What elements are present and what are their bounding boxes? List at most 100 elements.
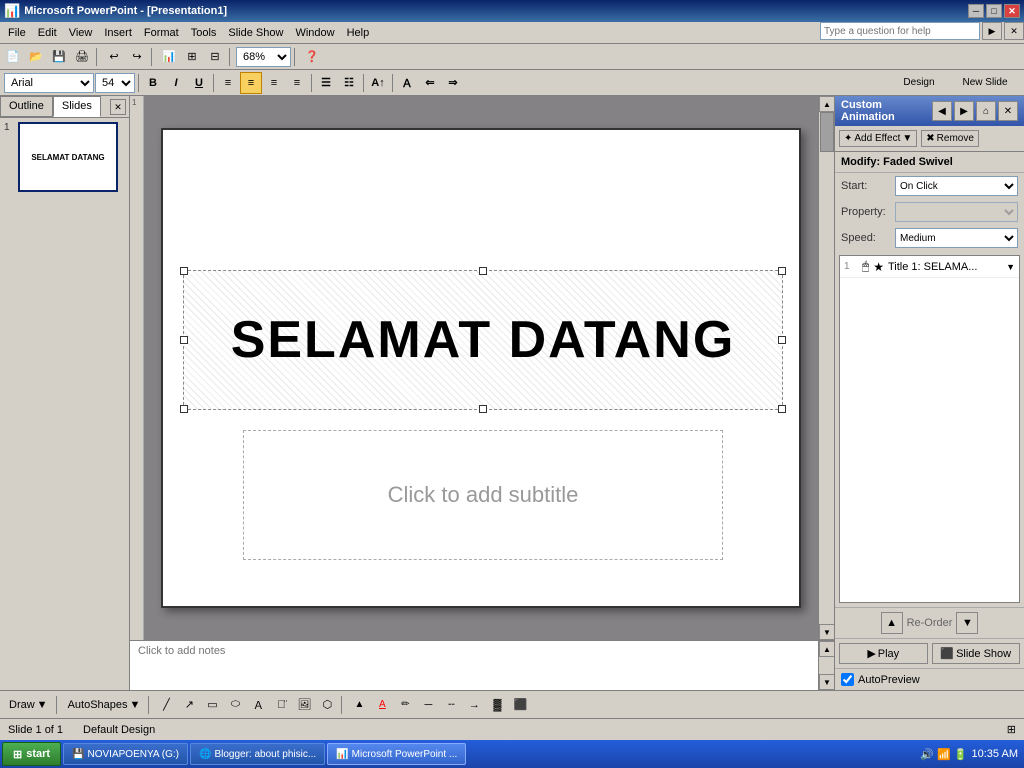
undo-button[interactable]: ↩ <box>103 46 125 68</box>
property-select[interactable] <box>895 202 1018 222</box>
question-close-button[interactable]: ✕ <box>1004 22 1024 40</box>
fill-color-button[interactable]: ▲ <box>348 694 370 716</box>
new-slide-button[interactable]: New Slide <box>950 72 1020 94</box>
handle-bm[interactable] <box>479 405 487 413</box>
play-button[interactable]: ▶ Play <box>839 643 928 664</box>
menu-edit[interactable]: Edit <box>32 25 63 41</box>
handle-tr[interactable] <box>778 267 786 275</box>
notes-scroll-up[interactable]: ▲ <box>819 641 835 657</box>
anim-list-item-1[interactable]: 1 🖱 ★ Title 1: SELAMA... ▼ <box>840 256 1019 278</box>
maximize-button[interactable]: □ <box>986 4 1002 18</box>
handle-ml[interactable] <box>180 336 188 344</box>
arrow-tool[interactable]: ↗ <box>178 694 200 716</box>
align-right-button[interactable]: ≡ <box>263 72 285 94</box>
start-button[interactable]: ⊞ start <box>2 742 61 766</box>
new-button[interactable]: 📄 <box>2 46 24 68</box>
shadow-style-button[interactable]: ▓ <box>486 694 508 716</box>
align-center-button[interactable]: ≡ <box>240 72 262 94</box>
menu-help[interactable]: Help <box>341 25 376 41</box>
print-button[interactable]: 🖨 <box>71 46 93 68</box>
question-input[interactable] <box>820 22 980 40</box>
grid-button[interactable]: ⊟ <box>204 46 226 68</box>
menu-tools[interactable]: Tools <box>185 25 223 41</box>
design-button[interactable]: Design <box>889 72 949 94</box>
notes-scroll-down[interactable]: ▼ <box>819 674 835 690</box>
handle-tl[interactable] <box>180 267 188 275</box>
auto-preview-checkbox[interactable] <box>841 673 854 686</box>
oval-tool[interactable]: ⬭ <box>224 694 246 716</box>
menu-window[interactable]: Window <box>289 25 340 41</box>
slide-thumbnail-1[interactable]: 1 SELAMAT DATANG <box>4 122 125 192</box>
underline-button[interactable]: U <box>188 72 210 94</box>
panel-close-button[interactable]: ✕ <box>110 99 126 115</box>
menu-insert[interactable]: Insert <box>98 25 138 41</box>
add-effect-button[interactable]: ✦ Add Effect ▼ <box>839 130 917 147</box>
chart-button[interactable]: 📊 <box>158 46 180 68</box>
justify-button[interactable]: ≡ <box>286 72 308 94</box>
line-color-button[interactable]: ✏ <box>394 694 416 716</box>
speed-select[interactable]: Medium Slow Fast Very Fast <box>895 228 1018 248</box>
dash-style-button[interactable]: ╌ <box>440 694 462 716</box>
open-button[interactable]: 📂 <box>25 46 47 68</box>
font-color-button[interactable]: A <box>371 694 393 716</box>
taskbar-item-powerpoint[interactable]: 📊 Microsoft PowerPoint ... <box>327 743 466 765</box>
text-tool[interactable]: Ａ <box>247 694 269 716</box>
font-size-increase[interactable]: A↑ <box>367 72 389 94</box>
line-tool[interactable]: ╱ <box>155 694 177 716</box>
anim-close-button[interactable]: ✕ <box>998 101 1018 121</box>
question-go-button[interactable]: ▶ <box>982 22 1002 40</box>
handle-tm[interactable] <box>479 267 487 275</box>
anim-forward-button[interactable]: ▶ <box>954 101 974 121</box>
taskbar-item-blogger[interactable]: 🌐 Blogger: about phisic... <box>190 743 325 765</box>
close-button[interactable]: ✕ <box>1004 4 1020 18</box>
draw-menu-button[interactable]: Draw ▼ <box>4 694 53 716</box>
italic-button[interactable]: I <box>165 72 187 94</box>
notes-textarea[interactable] <box>130 641 818 690</box>
font-select[interactable]: Arial Times New Roman <box>4 73 94 93</box>
zoom-select[interactable]: 68% 50% 75% 100% <box>236 47 291 67</box>
line-style-button[interactable]: ─ <box>417 694 439 716</box>
menu-slideshow[interactable]: Slide Show <box>222 25 289 41</box>
indent-increase-button[interactable]: ⇒ <box>442 72 464 94</box>
scroll-thumb-v[interactable] <box>820 112 834 152</box>
minimize-button[interactable]: ─ <box>968 4 984 18</box>
tab-outline[interactable]: Outline <box>0 96 53 117</box>
save-button[interactable]: 💾 <box>48 46 70 68</box>
wordart-tool[interactable]: Ａ̈ <box>270 694 292 716</box>
anim-home-button[interactable]: ⌂ <box>976 101 996 121</box>
autoshapes-button[interactable]: AutoShapes ▼ <box>63 694 146 716</box>
slide-show-button[interactable]: ⬛ Slide Show <box>932 643 1021 664</box>
table-button[interactable]: ⊞ <box>181 46 203 68</box>
remove-button[interactable]: ✖ Remove <box>921 130 979 147</box>
help-button[interactable]: ❓ <box>301 46 323 68</box>
scroll-up-button[interactable]: ▲ <box>819 96 835 112</box>
handle-bl[interactable] <box>180 405 188 413</box>
tab-slides[interactable]: Slides <box>53 96 101 117</box>
handle-br[interactable] <box>778 405 786 413</box>
reorder-down-button[interactable]: ▼ <box>956 612 978 634</box>
menu-file[interactable]: File <box>2 25 32 41</box>
subtitle-placeholder[interactable]: Click to add subtitle <box>243 430 723 560</box>
anim-item-dropdown[interactable]: ▼ <box>1006 262 1015 272</box>
start-select[interactable]: On Click With Previous After Previous <box>895 176 1018 196</box>
indent-decrease-button[interactable]: ⇐ <box>419 72 441 94</box>
numbering-button[interactable]: ☷ <box>338 72 360 94</box>
handle-mr[interactable] <box>778 336 786 344</box>
3d-style-button[interactable]: ⬛ <box>509 694 531 716</box>
rect-tool[interactable]: ▭ <box>201 694 223 716</box>
reorder-up-button[interactable]: ▲ <box>881 612 903 634</box>
scroll-down-button[interactable]: ▼ <box>819 624 835 640</box>
anim-back-button[interactable]: ◀ <box>932 101 952 121</box>
bold-button[interactable]: B <box>142 72 164 94</box>
clipart-tool[interactable]: 🖼 <box>293 694 315 716</box>
title-placeholder[interactable]: SELAMAT DATANG <box>183 270 783 410</box>
diagram-tool[interactable]: ⬡ <box>316 694 338 716</box>
text-direction-button[interactable]: Ａ <box>396 72 418 94</box>
align-left-button[interactable]: ≡ <box>217 72 239 94</box>
arrow-style-button[interactable]: → <box>463 694 485 716</box>
fontsize-select[interactable]: 54 24 36 48 <box>95 73 135 93</box>
bullets-button[interactable]: ☰ <box>315 72 337 94</box>
menu-format[interactable]: Format <box>138 25 185 41</box>
taskbar-item-noviapoenya[interactable]: 💾 NOVIAPOENYA (G:) <box>63 743 188 765</box>
redo-button[interactable]: ↪ <box>126 46 148 68</box>
